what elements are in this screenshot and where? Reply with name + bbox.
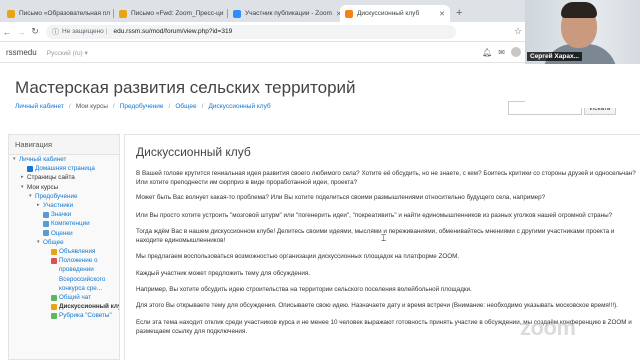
forum-intro-paragraph: Для этого Вы открываете тему для обсужде… — [136, 302, 618, 309]
user-avatar[interactable] — [511, 47, 521, 57]
breadcrumb-separator-icon: / — [112, 103, 115, 110]
nav-item-label[interactable]: Оценки — [51, 229, 73, 238]
nav-item-label: Страницы сайта — [27, 174, 75, 182]
messages-icon[interactable]: ✉︎ — [498, 48, 505, 57]
browser-tab-active[interactable]: Дискуссионный клуб ✕ — [340, 5, 450, 22]
bookmark-star-icon[interactable]: ☆ — [511, 26, 525, 37]
nav-item-label[interactable]: Участники — [43, 201, 73, 210]
forum-intro-paragraph: Каждый участник может предложить тему дл… — [136, 270, 311, 277]
url-text: edu.rssm.su/mod/forum/view.php?id=319 — [113, 28, 233, 35]
activity-icon — [51, 303, 57, 310]
breadcrumb-separator-icon: / — [68, 103, 71, 110]
moodle-favicon-icon — [345, 9, 353, 18]
page-title: Мастерская развития сельских территорий — [15, 78, 356, 97]
participant-video-tile[interactable]: Сергей Харах... — [525, 0, 640, 64]
forum-intro-paragraph: Или Вы просто хотите устроить "мозговой … — [136, 212, 613, 219]
close-tab-icon[interactable]: ✕ — [435, 10, 445, 18]
forum-intro-paragraph: Может быть Вас волнует какая-то проблема… — [136, 194, 546, 201]
activity-icon — [27, 165, 33, 172]
not-secure-icon: ⓘ — [52, 28, 59, 36]
forum-intro-paragraph: Мы предлагаем воспользоваться возможност… — [136, 253, 460, 260]
forum-intro-paragraph: В Вашей голове крутится гениальная идея … — [136, 170, 636, 186]
video-area-background — [525, 64, 640, 108]
nav-item[interactable]: ▾ Личный кабинет — [9, 155, 119, 164]
tab-title: Письмо «Fwd: Zoom_Пресс-ци — [131, 10, 224, 17]
nav-item-label[interactable]: Общий чат — [59, 293, 91, 302]
site-navbar: rssmedu Русский (ru) ▾ 🔔︎ ✉︎ — [0, 43, 525, 63]
browser-tab-strip: Письмо «Образовательная пл ✕ Письмо «Fwd… — [0, 0, 525, 22]
browser-tab[interactable]: Участник публикации - Zoom ✕ — [228, 5, 340, 22]
nav-item-label[interactable]: Домашняя страница — [35, 164, 95, 173]
nav-item[interactable]: Значки — [9, 210, 119, 219]
breadcrumb: Личный кабинет / Мои курсы / Предобучени… — [15, 103, 271, 110]
breadcrumb-course[interactable]: Предобучение — [120, 103, 164, 110]
activity-icon — [43, 220, 49, 227]
back-arrow-icon[interactable]: ← — [0, 27, 14, 37]
browser-tab[interactable]: Письмо «Fwd: Zoom_Пресс-ци ✕ — [114, 5, 226, 22]
zoom-favicon-icon — [233, 9, 241, 18]
nav-item-label[interactable]: Общее — [43, 238, 64, 247]
nav-item[interactable]: ▾ Мои курсы — [9, 183, 119, 192]
activity-icon — [51, 312, 57, 319]
breadcrumb-separator-icon: / — [201, 103, 204, 110]
nav-item[interactable]: Компетенции — [9, 219, 119, 228]
nav-item-label[interactable]: Положение о проведении Всероссийского ко… — [59, 256, 119, 293]
nav-item[interactable]: Рубрика "Советы" — [9, 311, 119, 320]
zoom-watermark: zoom — [520, 315, 576, 340]
language-menu[interactable]: Русский (ru) ▾ — [47, 49, 88, 57]
breadcrumb-section[interactable]: Общее — [175, 103, 196, 110]
browser-tab[interactable]: Письмо «Образовательная пл ✕ — [2, 5, 112, 22]
nav-item-label[interactable]: Рубрика "Советы" — [59, 311, 112, 320]
nav-item-label[interactable]: Значки — [51, 210, 71, 219]
nav-item-label[interactable]: Предобучение — [35, 192, 77, 201]
navigation-block: Навигация ▾ Личный кабинет Домашняя страни… — [8, 134, 120, 360]
forum-title: Дискуссионный клуб — [136, 145, 251, 159]
tab-title: Участник публикации - Zoom — [245, 10, 332, 17]
participant-name: Сергей Харах... — [527, 52, 582, 61]
site-brand-link[interactable]: rssmedu — [6, 48, 37, 57]
activity-icon — [51, 248, 57, 255]
nav-item[interactable]: ▾ Предобучение — [9, 192, 119, 201]
nav-item[interactable]: Положение о проведении Всероссийского ко… — [9, 256, 119, 293]
reload-icon[interactable]: ↻ — [28, 26, 42, 37]
nav-item[interactable]: ▸ Участники — [9, 201, 119, 210]
notifications-bell-icon[interactable]: 🔔︎ — [482, 48, 492, 57]
navigation-heading: Навигация — [9, 135, 119, 155]
nav-item[interactable]: Объявления — [9, 247, 119, 256]
nav-item[interactable]: ▾ Общее — [9, 238, 119, 247]
nav-item[interactable]: ▸ Страницы сайта — [9, 173, 119, 182]
new-tab-button[interactable]: + — [456, 8, 462, 19]
tab-title: Дискуссионный клуб — [357, 10, 420, 17]
mouse-cursor-icon: ⌶ — [381, 233, 387, 243]
close-tab-icon[interactable]: ✕ — [224, 10, 227, 18]
nav-item-label[interactable]: Объявления — [59, 247, 95, 256]
breadcrumb-dashboard[interactable]: Личный кабинет — [15, 103, 64, 110]
security-label: Не защищено — [62, 28, 104, 35]
activity-icon — [43, 230, 49, 237]
nav-item[interactable]: Домашняя страница — [9, 164, 119, 173]
breadcrumb-separator-icon: / — [168, 103, 171, 110]
forum-intro-paragraph: Например, Вы хотите обсудить идею строит… — [136, 286, 472, 293]
activity-icon — [51, 294, 57, 301]
activity-icon — [51, 257, 57, 264]
tab-title: Письмо «Образовательная пл — [19, 10, 111, 17]
nav-item[interactable]: Оценки — [9, 229, 119, 238]
url-input[interactable]: ⓘ Не защищено | edu.rssm.su/mod/forum/vi… — [46, 24, 456, 39]
nav-item-label: Мои курсы — [27, 183, 59, 191]
nav-item[interactable]: Общий чат — [9, 293, 119, 302]
nav-item-label[interactable]: Компетенции — [51, 219, 90, 228]
close-tab-icon[interactable]: ✕ — [110, 10, 112, 18]
address-bar: ← → ↻ ⓘ Не защищено | edu.rssm.su/mod/fo… — [0, 22, 525, 42]
close-tab-icon[interactable]: ✕ — [332, 10, 340, 18]
mail-favicon-icon — [119, 9, 127, 18]
forward-arrow-icon[interactable]: → — [14, 27, 28, 37]
breadcrumb-forum[interactable]: Дискуссионный клуб — [208, 103, 270, 110]
navigation-tree: ▾ Личный кабинет Домашняя страница ▸ Страниц… — [9, 155, 119, 321]
mail-favicon-icon — [7, 9, 15, 18]
nav-item-label: Дискуссионный клуб — [59, 303, 120, 311]
breadcrumb-my-courses[interactable]: Мои курсы — [76, 103, 108, 110]
nav-item-label[interactable]: Личный кабинет — [19, 155, 66, 164]
nav-item[interactable]: Дискуссионный клуб — [9, 302, 119, 311]
activity-icon — [43, 211, 49, 218]
